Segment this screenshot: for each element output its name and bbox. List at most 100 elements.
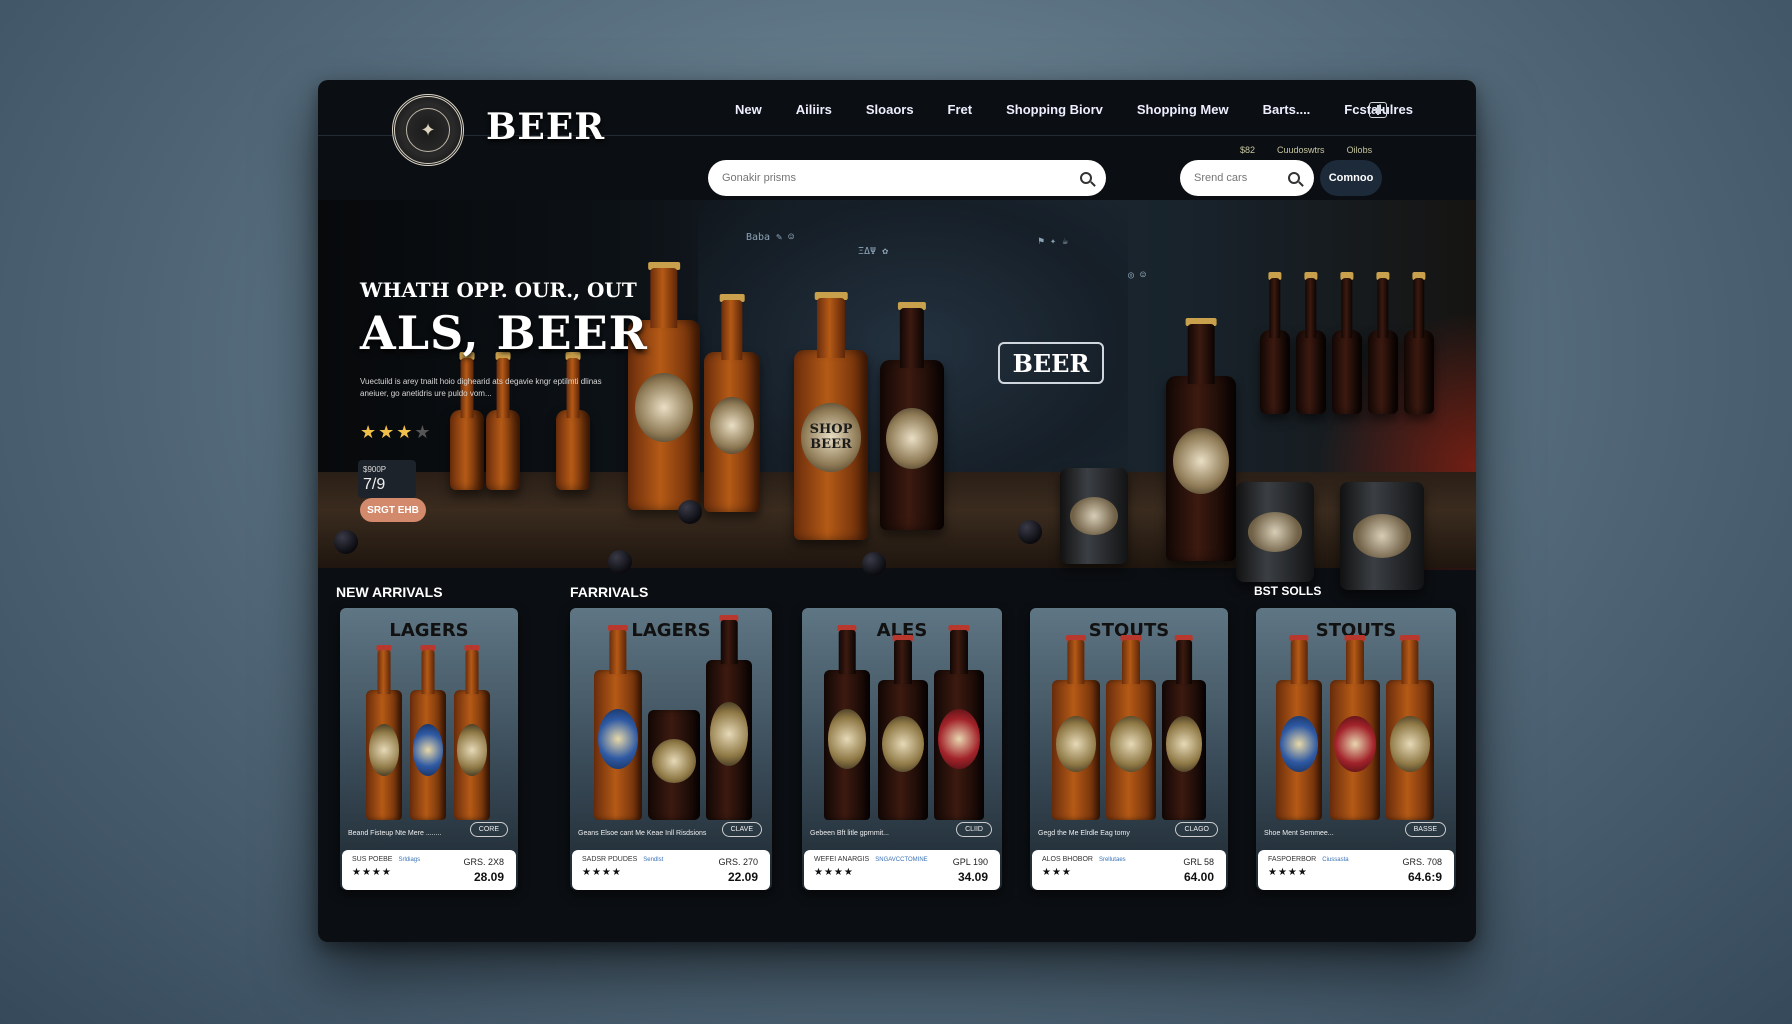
secondary-search-input[interactable]	[1194, 172, 1288, 184]
product-card[interactable]: STOUTS Shoe Ment Semmee... BASSE FASPOER…	[1256, 608, 1456, 890]
card-vendor: SUS POEBE	[352, 856, 393, 863]
card-bottle	[706, 615, 752, 820]
search-submit-button[interactable]: Comnoo	[1320, 160, 1382, 196]
utility-links: $82 Cuudoswtrs Oilobs	[1240, 145, 1372, 155]
card-description: Beand Fisteup Nte Mere ........	[348, 830, 442, 837]
card-tag-button[interactable]: CLAGO	[1175, 822, 1218, 837]
card-bottle	[366, 645, 402, 820]
card-price: 64.00	[1183, 870, 1214, 884]
card-price: 64.6:9	[1407, 870, 1442, 884]
hero-bottle	[1260, 272, 1290, 414]
hero-bottle	[450, 352, 484, 490]
section-farrivals: FARRIVALS	[570, 584, 649, 600]
chalk-doodle: ΞΔΨ ✿	[858, 246, 889, 257]
card-sub: Sendlst	[643, 857, 664, 863]
main-search-input[interactable]	[722, 172, 1080, 184]
hero-price-box: $900P 7/9	[358, 460, 416, 498]
product-card[interactable]: LAGERS Geans Elsoe cant Me Keae Inll Ris…	[570, 608, 772, 890]
card-old-price: GRS. 270	[718, 857, 758, 867]
main-nav: New Ailiirs Sloaors Fret Shopping Biorv …	[735, 102, 1447, 117]
card-old-price: GRS. 708	[1402, 857, 1442, 867]
card-tag-button[interactable]: BASSE	[1404, 822, 1446, 837]
star-empty-icon: ★	[414, 422, 433, 442]
card-price: 34.09	[957, 870, 988, 884]
blackberry-decor	[334, 530, 358, 554]
hero-shop-button[interactable]: SRGT EHB	[360, 498, 426, 522]
hero-bottle	[1166, 318, 1236, 561]
utility-cart-total[interactable]: $82	[1240, 145, 1255, 155]
hero-can	[1340, 482, 1424, 590]
card-bottle	[1106, 635, 1156, 820]
blackberry-decor	[608, 550, 632, 574]
card-bottle	[878, 635, 928, 820]
star-icon: ★	[378, 422, 397, 442]
brand-name[interactable]: BEER	[486, 106, 605, 148]
product-card[interactable]: ALES Gebeen Bft litle gprnmit... CLIID W…	[802, 608, 1002, 890]
nav-item-shopping-mew[interactable]: Shopping Mew	[1137, 102, 1229, 117]
card-bottle	[1330, 635, 1380, 820]
card-sub: Srldiags	[398, 857, 421, 863]
hero-bottle	[1404, 272, 1434, 414]
card-bottle	[1276, 635, 1322, 820]
app-window: ✦ BEER New Ailiirs Sloaors Fret Shopping…	[318, 80, 1476, 942]
card-old-price: GPL 190	[952, 857, 988, 867]
card-description: Shoe Ment Semmee...	[1264, 830, 1334, 837]
hero-bottle: SHOP BEER	[794, 292, 868, 540]
product-card[interactable]: STOUTS Gegd the Me Elrdle Eag tomy CLAGO…	[1030, 608, 1228, 890]
card-bottle	[1052, 635, 1100, 820]
utility-oilobs[interactable]: Oilobs	[1347, 145, 1373, 155]
card-price: 22.09	[727, 870, 758, 884]
card-bottle	[934, 625, 984, 820]
card-bottle	[824, 625, 870, 820]
nav-item-new[interactable]: New	[735, 102, 762, 117]
blackberry-decor	[678, 500, 702, 524]
card-price-panel: WEFEI ANARGIS SNGAVCCTOMINE ★★★★ GPL 190 …	[804, 850, 1000, 890]
card-tag-button[interactable]: CLAVE	[721, 822, 762, 837]
grid-menu-icon[interactable]	[1369, 102, 1387, 118]
seal-emblem-icon: ✦	[406, 108, 450, 152]
card-title: LAGERS	[389, 620, 469, 641]
star-icon: ★	[396, 422, 415, 442]
hero-description: Vuectuild is arey tnailt hoio dighearid …	[360, 377, 602, 398]
nav-item-shopping-biorv[interactable]: Shopping Biorv	[1006, 102, 1103, 117]
nav-item-ailiirs[interactable]: Ailiirs	[796, 102, 832, 117]
card-vendor: ALOS BHOBOR	[1042, 856, 1093, 863]
nav-item-sloaors[interactable]: Sloaors	[866, 102, 914, 117]
hero-kicker: WHATH OPP. OUR., OUT	[360, 278, 637, 302]
hero-bottle	[486, 352, 520, 490]
card-sub: Ciussasta	[1322, 857, 1349, 863]
hero-rating: ★★★★	[360, 422, 433, 443]
main-search-bar[interactable]	[708, 160, 1106, 196]
nav-item-fret[interactable]: Fret	[948, 102, 973, 117]
card-bottle	[1162, 635, 1206, 820]
secondary-search-bar[interactable]	[1180, 160, 1314, 196]
card-old-price: GRL 58	[1183, 857, 1214, 867]
card-price: 28.09	[473, 870, 504, 884]
brand-seal-logo[interactable]: ✦	[392, 94, 464, 166]
search-icon[interactable]	[1080, 172, 1092, 184]
card-bottle	[594, 625, 642, 820]
product-card[interactable]: LAGERS Beand Fisteup Nte Mere ........ C…	[340, 608, 518, 890]
card-tag-button[interactable]: CLIID	[956, 822, 992, 837]
card-vendor: WEFEI ANARGIS	[814, 856, 870, 863]
hero-price-value: 7/9	[363, 476, 386, 493]
card-bottle	[454, 645, 490, 820]
search-icon[interactable]	[1288, 172, 1300, 184]
card-price-panel: ALOS BHOBOR Srellutaes ★★★ GRL 58 64.00	[1032, 850, 1226, 890]
hero-banner: Comnoo Baba ✎ ☺ ΞΔΨ ✿ ⚑ ✦ ☕ ◎ ☺ BEER SHO…	[318, 160, 1476, 590]
card-description: Gebeen Bft litle gprnmit...	[810, 830, 889, 837]
card-price-panel: FASPOERBOR Ciussasta ★★★★ GRS. 708 64.6:9	[1258, 850, 1454, 890]
card-sub: SNGAVCCTOMINE	[875, 857, 928, 863]
hero-bottle	[1332, 272, 1362, 414]
nav-item-barts[interactable]: Barts....	[1263, 102, 1311, 117]
card-description: Gegd the Me Elrdle Eag tomy	[1038, 830, 1130, 837]
utility-customers[interactable]: Cuudoswtrs	[1277, 145, 1325, 155]
card-tag-button[interactable]: CORE	[469, 822, 508, 837]
hero-bottle	[1368, 272, 1398, 414]
shop-beer-label: SHOP BEER	[801, 403, 861, 472]
hero-bottle	[556, 352, 590, 490]
card-can	[648, 710, 700, 820]
card-price-panel: SADSR PDUDES Sendlst ★★★★ GRS. 270 22.09	[572, 850, 770, 890]
chalk-doodle: ⚑ ✦ ☕	[1038, 236, 1069, 247]
blackberry-decor	[1018, 520, 1042, 544]
